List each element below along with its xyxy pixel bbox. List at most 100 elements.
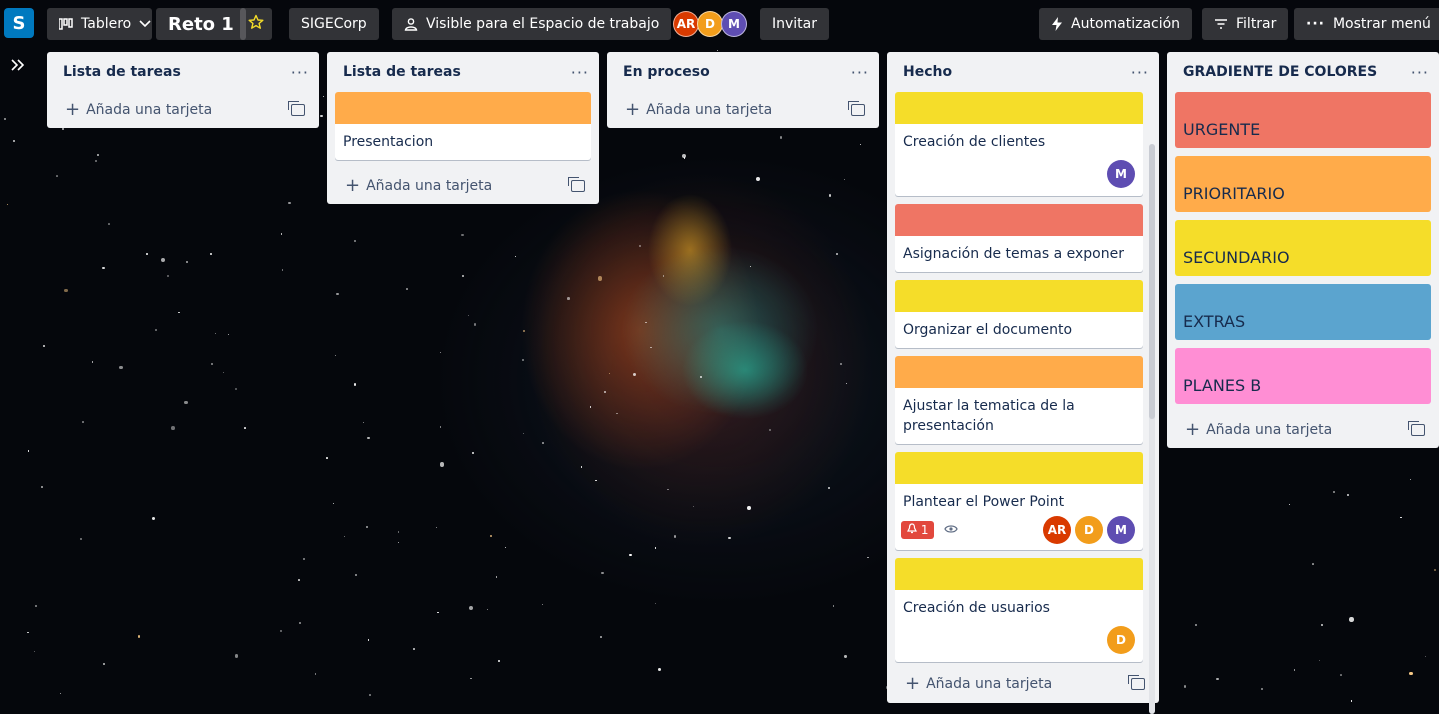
- label-card-planes-b[interactable]: PLANES B: [1175, 348, 1431, 404]
- card[interactable]: Ajustar la tematica de la presentación: [895, 356, 1143, 444]
- avatar[interactable]: AR: [1043, 516, 1071, 544]
- star-dot: [747, 505, 752, 510]
- list-title[interactable]: Lista de tareas: [343, 64, 461, 80]
- list-title[interactable]: GRADIENTE DE COLORES: [1183, 64, 1377, 80]
- star-dot: [654, 547, 657, 549]
- view-switcher-button[interactable]: Tablero: [47, 8, 152, 40]
- star-dot: [1434, 569, 1437, 572]
- star-dot: [462, 274, 465, 277]
- avatar[interactable]: M: [721, 11, 747, 37]
- star-dot: [397, 531, 400, 533]
- avatar[interactable]: M: [1107, 160, 1135, 188]
- avatar[interactable]: D: [697, 11, 723, 37]
- card-cover: [335, 92, 591, 124]
- star-dot: [827, 486, 831, 490]
- board-title[interactable]: Reto 1: [156, 8, 246, 40]
- star-dot: [343, 536, 345, 538]
- label-card-extras[interactable]: EXTRAS: [1175, 284, 1431, 340]
- bell-icon: [907, 523, 921, 537]
- notification-badge[interactable]: 1: [901, 521, 935, 539]
- card[interactable]: Presentacion: [335, 92, 591, 160]
- visibility-button[interactable]: Visible para el Espacio de trabajo: [392, 8, 672, 40]
- star-dot: [542, 442, 545, 444]
- list-title[interactable]: Hecho: [903, 64, 952, 80]
- star-dot: [185, 261, 188, 264]
- card-title: Organizar el documento: [903, 322, 1073, 338]
- card[interactable]: Creación de usuarios D: [895, 558, 1143, 662]
- list-menu-icon[interactable]: ···: [571, 63, 589, 82]
- template-icon[interactable]: [568, 177, 585, 192]
- star-dot: [59, 692, 61, 694]
- star-dot: [298, 579, 300, 581]
- star-button[interactable]: [240, 8, 272, 40]
- star-dot: [662, 275, 664, 277]
- workspace-logo[interactable]: S: [4, 8, 34, 38]
- template-icon[interactable]: [848, 101, 865, 116]
- list-menu-icon[interactable]: ···: [1131, 63, 1149, 82]
- add-card-button[interactable]: + Añada una tarjeta: [887, 665, 1159, 703]
- add-card-button[interactable]: + Añada una tarjeta: [327, 168, 599, 204]
- label-card-secundario[interactable]: SECUNDARIO: [1175, 220, 1431, 276]
- star-dot: [97, 153, 100, 157]
- invite-button[interactable]: Invitar: [760, 8, 830, 40]
- list-lista-de-tareas-2: Lista de tareas ··· Presentacion + Añada…: [327, 52, 599, 204]
- card[interactable]: Asignación de temas a exponer: [895, 204, 1143, 272]
- automation-button[interactable]: Automatización: [1039, 8, 1193, 40]
- list-title[interactable]: En proceso: [623, 64, 710, 80]
- label-card-prioritario[interactable]: PRIORITARIO: [1175, 156, 1431, 212]
- avatar[interactable]: AR: [673, 11, 699, 37]
- template-icon[interactable]: [1128, 675, 1145, 690]
- avatar[interactable]: D: [1107, 626, 1135, 654]
- plus-icon: +: [905, 673, 921, 694]
- add-card-button[interactable]: + Añada una tarjeta: [607, 92, 879, 128]
- star-dot: [844, 655, 847, 658]
- star-dot: [368, 694, 371, 696]
- list-gradiente-de-colores: GRADIENTE DE COLORES ··· URGENTE PRIORIT…: [1167, 52, 1439, 448]
- star-dot: [472, 452, 474, 454]
- add-card-button[interactable]: + Añada una tarjeta: [47, 92, 319, 128]
- star-dot: [523, 330, 526, 333]
- star-dot: [62, 128, 65, 131]
- star-dot: [81, 421, 84, 424]
- star-dot: [354, 383, 357, 386]
- add-card-button[interactable]: + Añada una tarjeta: [1167, 412, 1439, 448]
- avatar[interactable]: M: [1107, 516, 1135, 544]
- template-icon[interactable]: [1408, 421, 1425, 436]
- expand-sidebar-icon[interactable]: [11, 55, 25, 76]
- filter-icon: [1214, 18, 1228, 30]
- label-card-urgente[interactable]: URGENTE: [1175, 92, 1431, 148]
- star-dot: [473, 323, 477, 326]
- card[interactable]: Creación de clientes M: [895, 92, 1143, 196]
- list-menu-icon[interactable]: ···: [851, 63, 869, 82]
- star-dot: [314, 672, 317, 675]
- list-menu-icon[interactable]: ···: [291, 63, 309, 82]
- star-dot: [334, 354, 337, 356]
- star-dot: [1349, 617, 1354, 622]
- star-dot: [183, 400, 188, 405]
- avatar[interactable]: D: [1075, 516, 1103, 544]
- star-dot: [699, 375, 703, 379]
- filter-button[interactable]: Filtrar: [1202, 8, 1289, 40]
- card-cover: [895, 356, 1143, 388]
- star-dot: [845, 383, 847, 385]
- star-dot: [657, 667, 661, 671]
- list-title[interactable]: Lista de tareas: [63, 64, 181, 80]
- star-dot: [336, 292, 339, 296]
- star-dot: [1410, 478, 1412, 480]
- template-icon[interactable]: [288, 101, 305, 116]
- star-dot: [756, 177, 761, 182]
- list-menu-icon[interactable]: ···: [1411, 63, 1429, 82]
- card[interactable]: Organizar el documento: [895, 280, 1143, 348]
- plus-icon: +: [1185, 419, 1201, 440]
- workspace-button[interactable]: SIGECorp: [289, 8, 379, 40]
- star-dot: [567, 297, 570, 300]
- star-dot: [1321, 623, 1324, 626]
- scrollbar-thumb[interactable]: [1149, 144, 1155, 419]
- star-dot: [1183, 685, 1186, 688]
- show-menu-button[interactable]: ··· Mostrar menú: [1294, 8, 1439, 40]
- card[interactable]: Plantear el Power Point 1 AR D M: [895, 452, 1143, 550]
- star-dot: [91, 361, 94, 363]
- star-dot: [523, 432, 525, 434]
- star-dot: [541, 603, 544, 605]
- star-dot: [365, 525, 369, 528]
